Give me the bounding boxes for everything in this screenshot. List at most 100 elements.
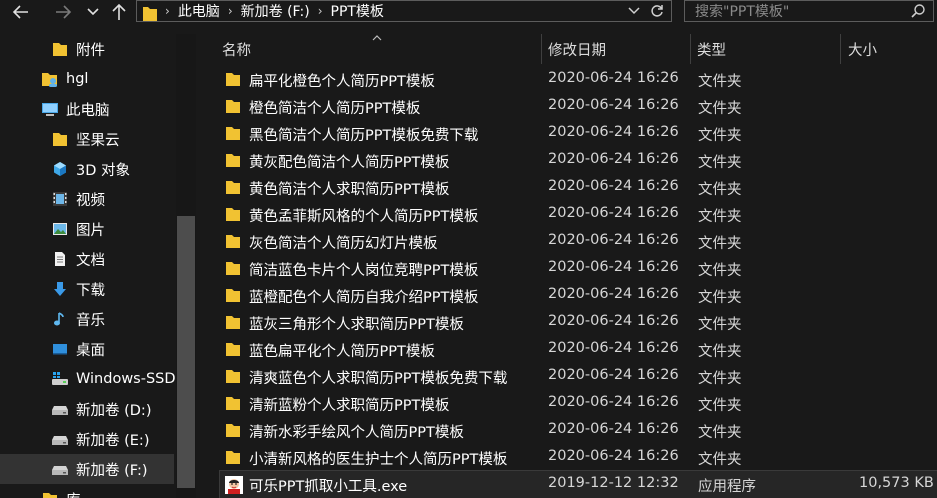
file-row[interactable]: 蓝色扁平化个人简历PPT模板 2020-06-24 16:26 文件夹: [220, 336, 937, 363]
recent-locations-button[interactable]: [84, 0, 102, 24]
file-row[interactable]: 黄色孟菲斯风格的个人简历PPT模板 2020-06-24 16:26 文件夹: [220, 201, 937, 228]
file-row[interactable]: 黄色简洁个人求职简历PPT模板 2020-06-24 16:26 文件夹: [220, 174, 937, 201]
file-name: 黑色简洁个人简历PPT模板免费下载: [249, 128, 479, 144]
column-header-name[interactable]: 名称: [222, 34, 251, 64]
file-type: 文件夹: [698, 398, 742, 414]
file-row[interactable]: 黄灰配色简洁个人简历PPT模板 2020-06-24 16:26 文件夹: [220, 147, 937, 174]
search-input[interactable]: 搜索"PPT模板": [684, 0, 934, 22]
up-button[interactable]: [108, 0, 130, 24]
file-row[interactable]: 简洁蓝色卡片个人岗位竞聘PPT模板 2020-06-24 16:26 文件夹: [220, 255, 937, 282]
file-name: 清新水彩手绘风个人简历PPT模板: [249, 425, 464, 441]
file-type: 应用程序: [698, 479, 756, 495]
file-row[interactable]: 扁平化橙色个人简历PPT模板 2020-06-24 16:26 文件夹: [220, 66, 937, 93]
breadcrumb-ppt-folder[interactable]: PPT模板: [331, 1, 384, 21]
file-name: 清爽蓝色个人求职简历PPT模板免费下载: [249, 371, 508, 387]
file-row[interactable]: 清新水彩手绘风个人简历PPT模板 2020-06-24 16:26 文件夹: [220, 417, 937, 444]
file-row[interactable]: 清新蓝粉个人求职简历PPT模板 2020-06-24 16:26 文件夹: [220, 390, 937, 417]
file-row[interactable]: 灰色简洁个人简历幻灯片模板 2020-06-24 16:26 文件夹: [220, 228, 937, 255]
nav-item-desktop[interactable]: 桌面: [0, 334, 174, 364]
nav-item-label: 桌面: [76, 342, 105, 359]
nav-item-jianguoyun[interactable]: 坚果云: [0, 124, 174, 154]
folder-icon: [225, 260, 241, 276]
folder-icon: [225, 368, 241, 384]
column-header-size[interactable]: 大小: [848, 34, 877, 64]
file-name: 黄色孟菲斯风格的个人简历PPT模板: [249, 209, 479, 225]
nav-item-drive-e[interactable]: 新加卷 (E:): [0, 424, 174, 454]
column-divider[interactable]: [840, 34, 841, 64]
breadcrumb-this-pc[interactable]: 此电脑: [178, 1, 220, 21]
nav-item-attachments[interactable]: 附件: [0, 34, 174, 64]
folder-icon: [225, 422, 241, 438]
file-type: 文件夹: [698, 128, 742, 144]
nav-item-pictures[interactable]: 图片: [0, 214, 174, 244]
video-icon: [51, 190, 69, 208]
file-date: 2020-06-24 16:26: [548, 421, 679, 437]
file-name: 蓝色扁平化个人简历PPT模板: [249, 344, 435, 360]
file-date: 2020-06-24 16:26: [548, 205, 679, 221]
nav-item-music[interactable]: 音乐: [0, 304, 174, 334]
file-date: 2020-06-24 16:26: [548, 97, 679, 113]
folder-icon: [225, 125, 241, 141]
file-row[interactable]: 蓝灰三角形个人求职简历PPT模板 2020-06-24 16:26 文件夹: [220, 309, 937, 336]
search-icon[interactable]: [911, 4, 925, 18]
chevron-down-icon: [628, 7, 640, 15]
back-button[interactable]: [8, 0, 34, 24]
file-type: 文件夹: [698, 155, 742, 171]
file-row[interactable]: 黑色简洁个人简历PPT模板免费下载 2020-06-24 16:26 文件夹: [220, 120, 937, 147]
file-name: 小清新风格的医生护士个人简历PPT模板: [249, 452, 508, 468]
breadcrumb-separator-icon: ›: [227, 4, 233, 18]
nav-item-drive-d[interactable]: 新加卷 (D:): [0, 394, 174, 424]
column-header-type[interactable]: 类型: [697, 34, 726, 64]
column-divider[interactable]: [690, 34, 691, 64]
address-dropdown-button[interactable]: [627, 4, 641, 18]
file-name: 扁平化橙色个人简历PPT模板: [249, 74, 435, 90]
column-divider[interactable]: [541, 34, 542, 64]
nav-item-documents[interactable]: 文档: [0, 244, 174, 274]
address-bar[interactable]: › 此电脑 › 新加卷 (F:) › PPT模板: [136, 0, 672, 22]
file-row[interactable]: 小清新风格的医生护士个人简历PPT模板 2020-06-24 16:26 文件夹: [220, 444, 937, 471]
folder-icon: [225, 206, 241, 222]
navigation-pane[interactable]: 附件 hgl 此电脑 坚果云 3D 对象 视频 图片 文档 下载 音乐 桌面 W…: [0, 34, 196, 498]
nav-scrollbar-thumb[interactable]: [177, 216, 195, 488]
file-row[interactable]: 蓝橙配色个人简历自我介绍PPT模板 2020-06-24 16:26 文件夹: [220, 282, 937, 309]
forward-button[interactable]: [50, 0, 76, 24]
breadcrumb-drive-f[interactable]: 新加卷 (F:): [241, 1, 310, 21]
sort-ascending-icon: [372, 30, 382, 41]
nav-item-windows-ssd[interactable]: Windows-SSD: [0, 364, 176, 394]
file-type: 文件夹: [698, 371, 742, 387]
toolbar: › 此电脑 › 新加卷 (F:) › PPT模板 搜索"PPT模板": [0, 0, 937, 26]
nav-item-label: 坚果云: [76, 132, 120, 149]
nav-item-label: 音乐: [76, 312, 105, 329]
file-name: 蓝橙配色个人简历自我介绍PPT模板: [249, 290, 479, 306]
nav-item-downloads[interactable]: 下载: [0, 274, 174, 304]
file-date: 2020-06-24 16:26: [548, 178, 679, 194]
picture-icon: [51, 220, 69, 238]
nav-item-hgl[interactable]: hgl: [0, 64, 174, 94]
nav-item-videos[interactable]: 视频: [0, 184, 174, 214]
document-icon: [51, 250, 69, 268]
chevron-down-icon: [87, 8, 99, 16]
cube-icon: [51, 160, 69, 178]
file-type: 文件夹: [698, 263, 742, 279]
file-name: 黄色简洁个人求职简历PPT模板: [249, 182, 450, 198]
nav-item-label: 新加卷 (D:): [76, 402, 152, 419]
column-header-date[interactable]: 修改日期: [548, 34, 606, 64]
music-icon: [51, 310, 69, 328]
refresh-button[interactable]: [649, 3, 665, 19]
file-name: 橙色简洁个人简历PPT模板: [249, 101, 421, 117]
arrow-right-icon: [54, 4, 72, 20]
file-row[interactable]: 清爽蓝色个人求职简历PPT模板免费下载 2020-06-24 16:26 文件夹: [220, 363, 937, 390]
nav-item-libraries[interactable]: 库: [0, 484, 174, 498]
nav-item-this-pc[interactable]: 此电脑: [0, 94, 174, 124]
nav-item-drive-f[interactable]: 新加卷 (F:): [0, 454, 174, 484]
file-size: 10,573 KB: [859, 475, 934, 491]
nav-item-3d-objects[interactable]: 3D 对象: [0, 154, 174, 184]
folder-icon: [51, 40, 69, 58]
file-name: 蓝灰三角形个人求职简历PPT模板: [249, 317, 464, 333]
file-date: 2020-06-24 16:26: [548, 259, 679, 275]
file-list[interactable]: 名称 修改日期 类型 大小 扁平化橙色个人简历PPT模板 2020-06-24 1…: [200, 30, 937, 498]
file-row[interactable]: 橙色简洁个人简历PPT模板 2020-06-24 16:26 文件夹: [220, 93, 937, 120]
file-row[interactable]: 可乐PPT抓取小工具.exe 2019-12-12 12:32 应用程序 10,573…: [219, 470, 937, 498]
folder-icon: [51, 130, 69, 148]
nav-item-label: 新加卷 (F:): [76, 462, 148, 479]
